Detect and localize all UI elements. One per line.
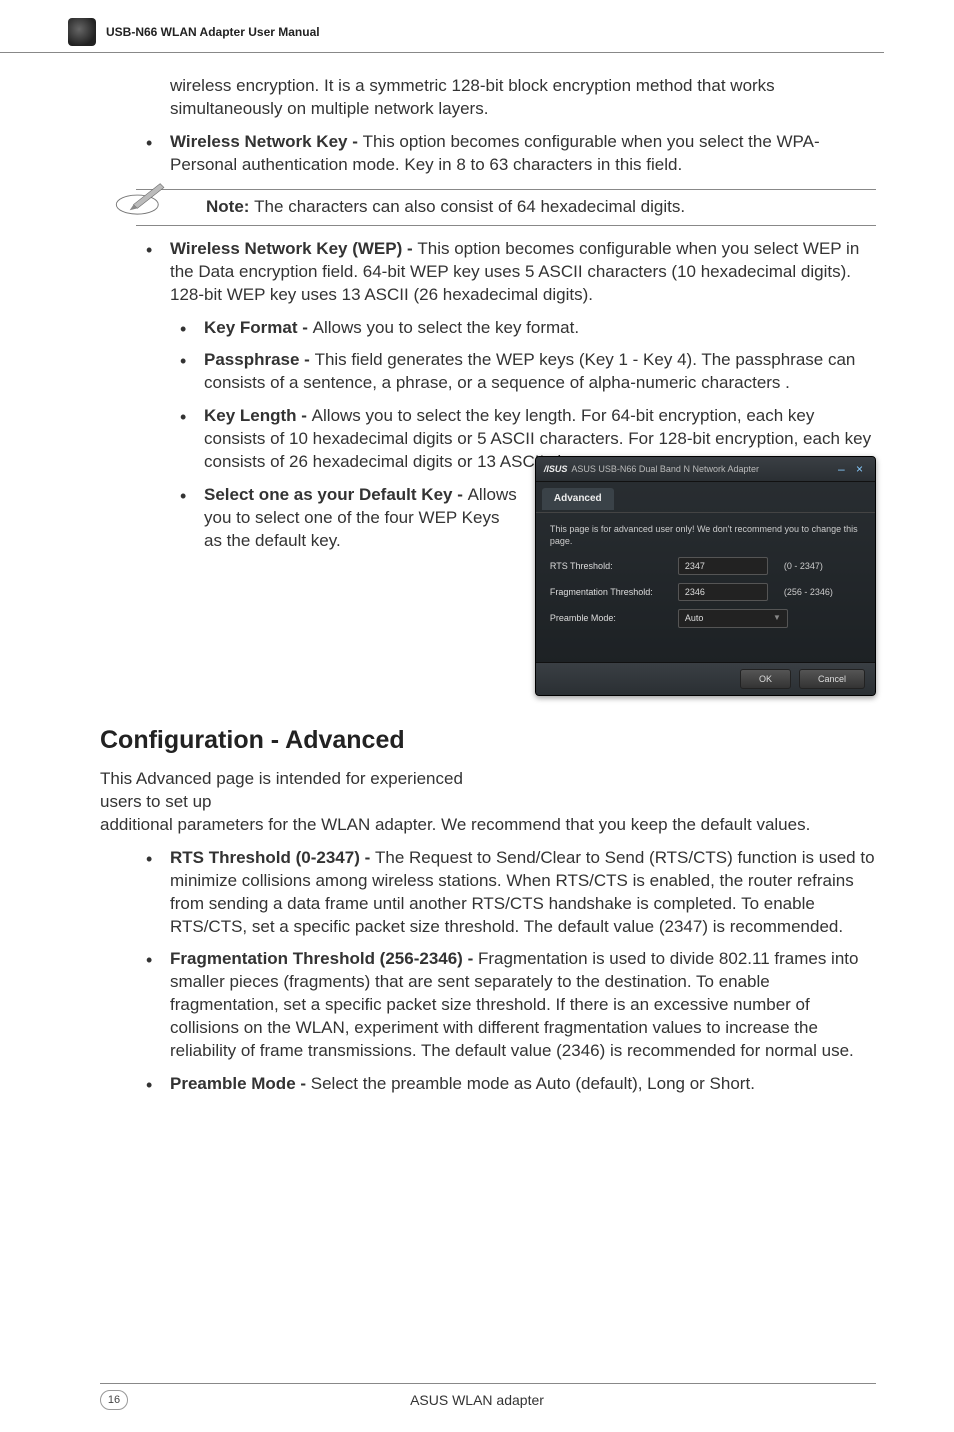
wnk-label: Wireless Network Key - [170,132,363,151]
passphrase-label: Passphrase - [204,350,315,369]
screenshot-window-title: ASUS USB-N66 Dual Band N Network Adapter [571,463,759,475]
row-frag: Fragmentation Threshold: 2346 (256 - 234… [550,583,861,601]
manual-title: USB-N66 WLAN Adapter User Manual [106,24,320,40]
rts-range: (0 - 2347) [784,560,823,572]
screenshot-titlebar: /ISUS ASUS USB-N66 Dual Band N Network A… [536,457,875,482]
preamble-label: Preamble Mode: [550,612,678,624]
keyformat-text: Allows you to select the key format. [313,318,579,337]
bullet-passphrase: Passphrase - This field generates the WE… [170,349,876,395]
note-text: The characters can also consist of 64 he… [254,197,685,216]
advanced-screenshot: /ISUS ASUS USB-N66 Dual Band N Network A… [535,456,876,696]
page-number: 16 [100,1390,128,1410]
preamble-value: Auto [685,612,704,624]
frag-input[interactable]: 2346 [678,583,768,601]
brand-icon [68,18,96,46]
pencil-icon [114,176,172,216]
ok-button[interactable]: OK [740,669,791,689]
advanced-intro-1: This Advanced page is intended for exper… [100,768,472,814]
defkey-label: Select one as your Default Key - [204,485,468,504]
footer-text: ASUS WLAN adapter [410,1391,544,1410]
bullet-wireless-network-key: Wireless Network Key - This option becom… [136,131,876,177]
window-controls[interactable]: – × [838,461,867,477]
tab-advanced[interactable]: Advanced [542,488,614,510]
encryption-continuation-paragraph: wireless encryption. It is a symmetric 1… [170,75,876,121]
bullet-preamble-mode: Preamble Mode - Select the preamble mode… [136,1073,876,1096]
wnk-wep-label: Wireless Network Key (WEP) - [170,239,417,258]
footer-divider [100,1383,876,1384]
chevron-down-icon: ▼ [773,613,781,624]
note-box: Note: The characters can also consist of… [136,189,876,226]
frag-bullet-label: Fragmentation Threshold (256-2346) - [170,949,478,968]
row-rts: RTS Threshold: 2347 (0 - 2347) [550,557,861,575]
preamble-select[interactable]: Auto ▼ [678,609,788,627]
rts-input[interactable]: 2347 [678,557,768,575]
rts-bullet-label: RTS Threshold (0-2347) - [170,848,375,867]
cancel-button[interactable]: Cancel [799,669,865,689]
bullet-rts-threshold: RTS Threshold (0-2347) - The Request to … [136,847,876,939]
bullet-key-format: Key Format - Allows you to select the ke… [170,317,876,340]
section-heading-configuration-advanced: Configuration - Advanced [100,724,876,758]
row-preamble: Preamble Mode: Auto ▼ [550,609,861,627]
screenshot-notice: This page is for advanced user only! We … [550,523,861,547]
frag-label: Fragmentation Threshold: [550,586,678,598]
keyformat-label: Key Format - [204,318,313,337]
preamble-bullet-label: Preamble Mode - [170,1074,311,1093]
keylength-label: Key Length - [204,406,312,425]
bullet-wnk-wep: Wireless Network Key (WEP) - This option… [136,238,876,696]
manual-header: USB-N66 WLAN Adapter User Manual [0,0,884,53]
rts-label: RTS Threshold: [550,560,678,572]
bullet-default-key-row: Select one as your Default Key - Allows … [170,484,876,696]
advanced-intro-2: additional parameters for the WLAN adapt… [100,814,876,837]
note-label: Note: [206,197,254,216]
bullet-fragmentation-threshold: Fragmentation Threshold (256-2346) - Fra… [136,948,876,1063]
preamble-bullet-text: Select the preamble mode as Auto (defaul… [311,1074,755,1093]
frag-range: (256 - 2346) [784,586,833,598]
